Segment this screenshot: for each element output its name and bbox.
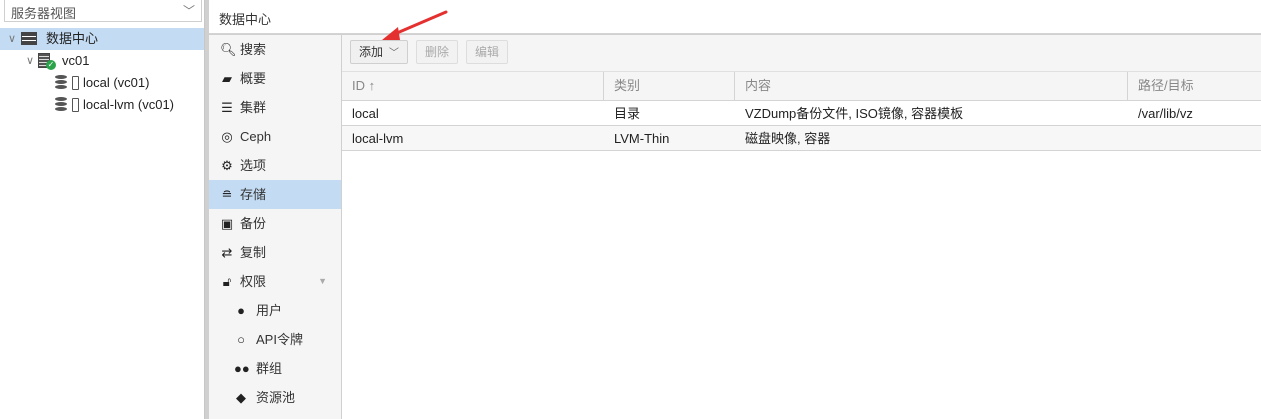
tags-icon: ◆ <box>236 390 246 405</box>
nav-item-label: 选项 <box>240 158 267 173</box>
status-ok-icon: ✓ <box>46 60 56 70</box>
column-header-content[interactable]: 内容 <box>735 72 1128 100</box>
nav-item-label: 集群 <box>240 100 267 115</box>
user-icon: ● <box>237 303 245 318</box>
nav-item-api-tokens[interactable]: ○ API令牌 <box>209 325 341 354</box>
nav-item-label: 用户 <box>256 303 283 318</box>
nav-item-pools[interactable]: ◆ 资源池 <box>209 383 341 412</box>
nav-item-summary[interactable]: ▰ 概要 <box>209 64 341 93</box>
config-nav: 🔍︎ 搜索 ▰ 概要 ☰ 集群 ◎ Ceph ⚙ 选项 ≘ 存储 ▣ 备份 ⇄ 复制 🔓︎ 权限 ▼… <box>209 35 342 419</box>
users-icon: ●● <box>234 361 250 376</box>
nav-item-groups[interactable]: ●● 群组 <box>209 354 341 383</box>
chevron-down-icon: ﹀ <box>389 48 400 59</box>
datacenter-icon <box>21 32 37 45</box>
edit-button-label: 编辑 <box>475 45 500 59</box>
book-icon: ▰ <box>222 71 232 86</box>
edit-button[interactable]: 编辑 <box>466 40 509 64</box>
search-icon: 🔍︎ <box>220 42 237 57</box>
tree-node-label: 数据中心 <box>46 31 99 46</box>
nav-item-permissions[interactable]: 🔓︎ 权限 ▼ <box>209 267 341 296</box>
storage-icon <box>55 97 67 112</box>
storage-panel: 添加 ﹀ 删除 编辑 ID ↑ 类别 内容 路径/目标 local 目录 VZDu… <box>342 35 1261 419</box>
collapse-icon[interactable]: ∨ <box>26 50 34 72</box>
cell-type: LVM-Thin <box>614 131 670 146</box>
column-header-type[interactable]: 类别 <box>604 72 735 100</box>
collapse-icon[interactable]: ∨ <box>8 28 16 50</box>
user-outline-icon: ○ <box>237 332 245 347</box>
cell-path: /var/lib/vz <box>1138 106 1193 121</box>
tree-node-label: local-lvm (vc01) <box>83 97 175 112</box>
tree-node-label: vc01 <box>62 53 90 68</box>
nav-item-label: Ceph <box>240 129 272 144</box>
nav-item-replication[interactable]: ⇄ 复制 <box>209 238 341 267</box>
storage-status-icon <box>72 98 79 112</box>
content-header: 数据中心 <box>209 0 1261 34</box>
chevron-down-icon[interactable]: ﹀ <box>183 2 195 19</box>
tree-node-local-lvm[interactable]: local-lvm (vc01) <box>0 94 204 116</box>
nav-item-label: 备份 <box>240 216 267 231</box>
table-row[interactable]: local 目录 VZDump备份文件, ISO镜像, 容器模板 /var/li… <box>342 101 1261 126</box>
table-header: ID ↑ 类别 内容 路径/目标 <box>342 72 1261 101</box>
nav-item-storage[interactable]: ≘ 存储 <box>209 180 341 209</box>
table-row[interactable]: local-lvm LVM-Thin 磁盘映像, 容器 <box>342 126 1261 151</box>
nav-item-label: 资源池 <box>256 390 296 405</box>
floppy-icon: ▣ <box>220 216 234 231</box>
unlock-icon: 🔓︎ <box>222 274 232 289</box>
view-selector-value: 服务器视图 <box>11 6 77 21</box>
cell-content: 磁盘映像, 容器 <box>745 131 831 146</box>
page-title: 数据中心 <box>219 12 272 27</box>
nav-item-label: 概要 <box>240 71 267 86</box>
tree-node-vc01[interactable]: ∨ ✓ vc01 <box>0 50 204 72</box>
annotation-arrow <box>382 10 448 40</box>
nav-item-cluster[interactable]: ☰ 集群 <box>209 93 341 122</box>
storage-icon <box>55 75 67 90</box>
cell-content: VZDump备份文件, ISO镜像, 容器模板 <box>745 106 964 121</box>
remove-button-label: 删除 <box>425 45 450 59</box>
cell-id: local-lvm <box>352 131 404 146</box>
nav-item-label: 搜索 <box>240 42 267 57</box>
nav-item-label: 复制 <box>240 245 267 260</box>
tree-node-local[interactable]: local (vc01) <box>0 72 204 94</box>
retweet-icon: ⇄ <box>221 245 233 260</box>
resource-tree: ∨ 数据中心 ∨ ✓ vc01 local (vc01) local-lvm (… <box>0 28 204 116</box>
storage-status-icon <box>72 76 79 90</box>
column-header-id[interactable]: ID ↑ <box>342 72 604 100</box>
ceph-icon: ◎ <box>221 129 233 144</box>
nav-item-ceph[interactable]: ◎ Ceph <box>209 122 341 151</box>
nav-item-options[interactable]: ⚙ 选项 <box>209 151 341 180</box>
toolbar: 添加 ﹀ 删除 编辑 <box>342 35 1261 72</box>
nav-item-backup[interactable]: ▣ 备份 <box>209 209 341 238</box>
nav-item-users[interactable]: ● 用户 <box>209 296 341 325</box>
add-button-label: 添加 <box>359 45 384 59</box>
nav-item-label: 权限 <box>240 274 267 289</box>
database-icon: ≘ <box>221 187 233 202</box>
cell-type: 目录 <box>614 106 641 121</box>
cell-id: local <box>352 106 379 121</box>
resource-tree-panel: 服务器视图 ﹀ ∨ 数据中心 ∨ ✓ vc01 local (vc01) loc… <box>0 0 205 419</box>
nav-item-search[interactable]: 🔍︎ 搜索 <box>209 35 341 64</box>
view-selector[interactable]: 服务器视图 ﹀ <box>4 0 202 22</box>
tree-node-label: local (vc01) <box>83 75 150 90</box>
column-header-path[interactable]: 路径/目标 <box>1128 72 1261 100</box>
nav-item-label: 存储 <box>240 187 267 202</box>
server-icon: ☰ <box>221 100 233 115</box>
tree-node-datacenter[interactable]: ∨ 数据中心 <box>0 28 204 50</box>
nav-item-label: API令牌 <box>256 332 303 347</box>
expand-triangle-icon[interactable]: ▼ <box>318 267 327 296</box>
gear-icon: ⚙ <box>221 158 233 173</box>
nav-item-label: 群组 <box>256 361 283 376</box>
